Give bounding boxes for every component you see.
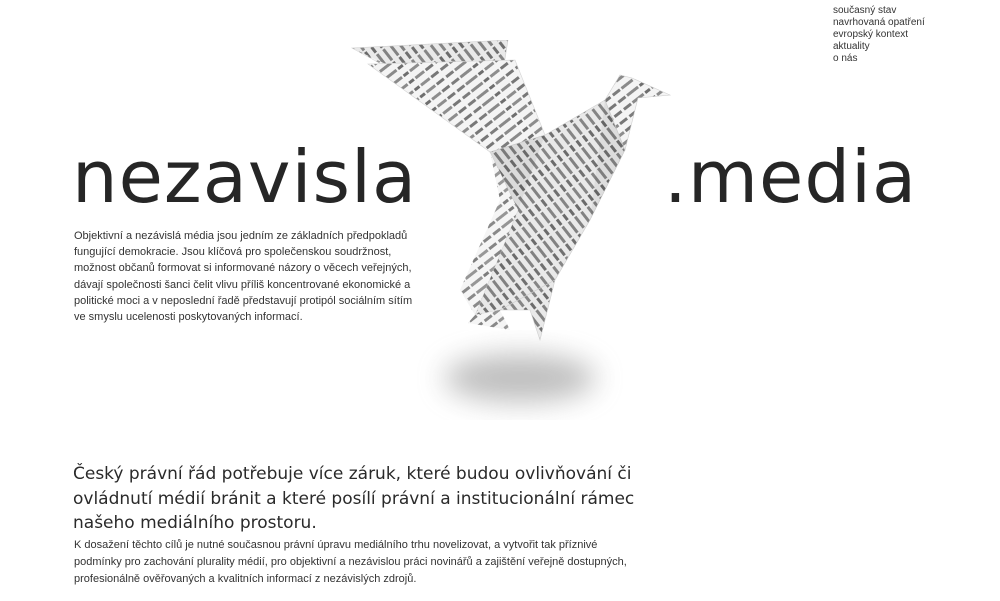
nav-item-aktuality[interactable]: aktuality [833,41,925,53]
intro-paragraph: Objektivní a nezávislá média jsou jedním… [74,230,413,324]
logo-wordmark-media[interactable]: .media [664,132,917,222]
section-headline: Český právní řád potřebuje více záruk, k… [73,464,635,533]
bird-shadow [444,354,596,402]
main-nav: současný stav navrhovaná opatření evrops… [833,5,925,65]
logo-wordmark-nezavisla[interactable]: nezavisla [72,132,417,222]
nav-item-navrhovana-opatreni[interactable]: navrhovaná opatření [833,17,925,29]
nav-item-o-nas[interactable]: o nás [833,53,925,65]
nav-item-evropsky-kontext[interactable]: evropský kontext [833,29,925,41]
nav-item-soucasny-stav[interactable]: současný stav [833,5,925,17]
section-body-text: K dosažení těchto cílů je nutné současno… [74,539,627,585]
